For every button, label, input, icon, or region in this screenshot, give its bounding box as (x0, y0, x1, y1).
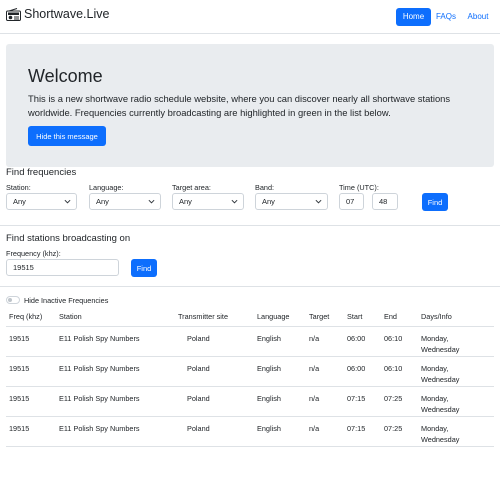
cell-days: Monday, Wednesday (421, 356, 494, 387)
nav-about[interactable]: About (463, 8, 493, 26)
welcome-title: Welcome (28, 66, 103, 86)
cell-freq: 19515 (6, 416, 59, 447)
cell-target: n/a (309, 386, 347, 417)
days-line-2: Wednesday (421, 435, 460, 444)
hour-input[interactable]: 07 (339, 193, 364, 210)
cell-end: 06:10 (384, 356, 421, 387)
days-line-2: Wednesday (421, 345, 460, 354)
cell-site: Poland (178, 356, 257, 387)
col-freq: Freq (khz) (6, 308, 59, 327)
col-language: Language (257, 308, 309, 327)
chevron-down-icon (148, 199, 155, 204)
days-line-1: Monday, (421, 423, 449, 433)
band-select[interactable]: Any (255, 193, 328, 210)
language-select-value: Any (96, 197, 109, 206)
target-area-select[interactable]: Any (172, 193, 244, 210)
station-label: Station: (6, 183, 31, 192)
cell-target: n/a (309, 356, 347, 387)
brand[interactable]: Shortwave.Live (6, 7, 109, 21)
toggle-knob (8, 298, 12, 302)
section-divider (0, 225, 500, 226)
col-end: End (384, 308, 421, 327)
minute-input[interactable]: 48 (372, 193, 398, 210)
target-area-select-value: Any (179, 197, 192, 206)
frequency-table: Freq (khz) Station Transmitter site Lang… (6, 308, 494, 447)
target-area-label: Target area: (172, 183, 211, 192)
nav-home[interactable]: Home (396, 8, 431, 26)
cell-days: Monday, Wednesday (421, 326, 494, 357)
cell-language: English (257, 386, 309, 417)
cell-days: Monday, Wednesday (421, 416, 494, 447)
cell-freq: 19515 (6, 356, 59, 387)
cell-freq: 19515 (6, 386, 59, 417)
welcome-banner: Welcome This is a new shortwave radio sc… (6, 44, 494, 167)
cell-language: English (257, 356, 309, 387)
cell-start: 06:00 (347, 326, 384, 357)
language-select[interactable]: Any (89, 193, 161, 210)
welcome-description: This is a new shortwave radio schedule w… (28, 93, 451, 118)
radio-icon (6, 7, 21, 21)
station-select[interactable]: Any (6, 193, 77, 210)
find-stations-button[interactable]: Find (131, 259, 157, 277)
frequency-label: Frequency (khz): (6, 249, 61, 258)
cell-site: Poland (178, 416, 257, 447)
days-line-1: Monday, (421, 333, 449, 343)
time-utc-label: Time (UTC): (339, 183, 379, 192)
table-row[interactable]: 19515 E11 Polish Spy Numbers Poland Engl… (6, 356, 494, 387)
col-station: Station (59, 308, 178, 327)
cell-end: 07:25 (384, 386, 421, 417)
cell-station: E11 Polish Spy Numbers (59, 356, 178, 387)
cell-start: 06:00 (347, 356, 384, 387)
table-header-row: Freq (khz) Station Transmitter site Lang… (6, 308, 494, 327)
cell-language: English (257, 416, 309, 447)
col-target: Target (309, 308, 347, 327)
cell-station: E11 Polish Spy Numbers (59, 416, 178, 447)
cell-end: 06:10 (384, 326, 421, 357)
section-divider (0, 286, 500, 287)
cell-days: Monday, Wednesday (421, 386, 494, 417)
cell-language: English (257, 326, 309, 357)
chevron-down-icon (315, 199, 322, 204)
cell-site: Poland (178, 386, 257, 417)
col-start: Start (347, 308, 384, 327)
band-select-value: Any (262, 197, 275, 206)
table-row[interactable]: 19515 E11 Polish Spy Numbers Poland Engl… (6, 326, 494, 357)
language-label: Language: (89, 183, 124, 192)
cell-station: E11 Polish Spy Numbers (59, 326, 178, 357)
cell-start: 07:15 (347, 416, 384, 447)
cell-target: n/a (309, 416, 347, 447)
cell-start: 07:15 (347, 386, 384, 417)
hide-message-button[interactable]: Hide this message (28, 126, 106, 146)
cell-freq: 19515 (6, 326, 59, 357)
col-transmitter-site: Transmitter site (178, 308, 257, 327)
band-label: Band: (255, 183, 275, 192)
hide-inactive-label: Hide Inactive Frequencies (24, 296, 109, 305)
nav-faqs[interactable]: FAQs (433, 8, 459, 26)
days-line-1: Monday, (421, 363, 449, 373)
hide-inactive-toggle[interactable] (6, 296, 20, 304)
station-select-value: Any (13, 197, 26, 206)
cell-site: Poland (178, 326, 257, 357)
frequency-input[interactable]: 19515 (6, 259, 119, 276)
days-line-2: Wednesday (421, 405, 460, 414)
days-line-1: Monday, (421, 393, 449, 403)
table-row[interactable]: 19515 E11 Polish Spy Numbers Poland Engl… (6, 416, 494, 447)
chevron-down-icon (231, 199, 238, 204)
find-frequencies-title: Find frequencies (6, 167, 77, 178)
days-line-2: Wednesday (421, 375, 460, 384)
navbar: Shortwave.Live Home FAQs About (0, 0, 500, 34)
table-row[interactable]: 19515 E11 Polish Spy Numbers Poland Engl… (6, 386, 494, 417)
find-stations-title: Find stations broadcasting on (6, 233, 131, 244)
brand-title: Shortwave.Live (24, 7, 110, 21)
cell-station: E11 Polish Spy Numbers (59, 386, 178, 417)
cell-end: 07:25 (384, 416, 421, 447)
col-days-info: Days/Info (421, 308, 494, 327)
cell-target: n/a (309, 326, 347, 357)
chevron-down-icon (64, 199, 71, 204)
find-frequencies-button[interactable]: Find (422, 193, 448, 211)
